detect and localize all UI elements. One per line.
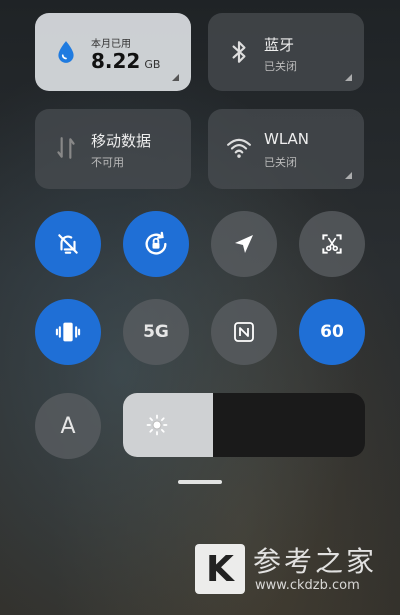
refresh-rate-toggle[interactable]: 60 (299, 299, 365, 365)
bluetooth-title: 蓝牙 (264, 36, 295, 54)
bell-off-icon (58, 234, 78, 254)
sun-icon (146, 414, 168, 436)
wlan-tile[interactable]: WLAN 已关闭 (208, 109, 364, 189)
expand-corner-icon (345, 172, 352, 179)
nfc-icon (234, 322, 254, 342)
wlan-title: WLAN (264, 130, 310, 148)
mobile-data-status: 不可用 (91, 156, 124, 169)
wifi-icon (227, 138, 251, 158)
bluetooth-icon (232, 41, 246, 63)
location-toggle[interactable] (211, 211, 277, 277)
watermark-logo-letter: K (206, 548, 234, 590)
scissors-screenshot-icon (322, 234, 342, 254)
watermark: K 参考之家 www.ckdzb.com (195, 540, 395, 600)
rotation-lock-toggle[interactable] (123, 211, 189, 277)
bluetooth-tile[interactable]: 蓝牙 已关闭 (208, 13, 364, 91)
refresh-rate-label: 60 (320, 322, 344, 342)
vibrate-icon (55, 322, 81, 342)
vibrate-toggle[interactable] (35, 299, 101, 365)
screenshot-toggle[interactable] (299, 211, 365, 277)
mute-toggle[interactable] (35, 211, 101, 277)
location-arrow-icon (235, 235, 253, 253)
expand-corner-icon (345, 74, 352, 81)
data-usage-number: 8.22 (91, 49, 141, 73)
mobile-data-tile[interactable]: 移动数据 不可用 (35, 109, 191, 189)
mobile-data-arrows-icon (57, 137, 75, 159)
bluetooth-status: 已关闭 (264, 60, 297, 73)
data-usage-label: 本月已用 (91, 39, 131, 50)
rotation-lock-icon (145, 231, 167, 255)
watermark-title: 参考之家 (253, 545, 378, 578)
data-usage-unit: GB (144, 58, 161, 71)
auto-brightness-label: A (60, 413, 76, 439)
wlan-status: 已关闭 (264, 156, 297, 169)
5g-label: 5G (143, 322, 169, 342)
nfc-toggle[interactable] (211, 299, 277, 365)
home-handle[interactable] (178, 480, 222, 484)
data-usage-tile[interactable]: 本月已用 8.22 GB (35, 13, 191, 91)
data-usage-value: 8.22 GB (91, 49, 160, 73)
auto-brightness-toggle[interactable]: A (35, 393, 101, 459)
expand-corner-icon (172, 74, 179, 81)
water-drop-icon (58, 41, 74, 63)
5g-toggle[interactable]: 5G (123, 299, 189, 365)
watermark-logo: K (195, 544, 245, 594)
watermark-url: www.ckdzb.com (255, 578, 360, 593)
brightness-slider[interactable] (123, 393, 365, 457)
mobile-data-title: 移动数据 (91, 132, 152, 150)
